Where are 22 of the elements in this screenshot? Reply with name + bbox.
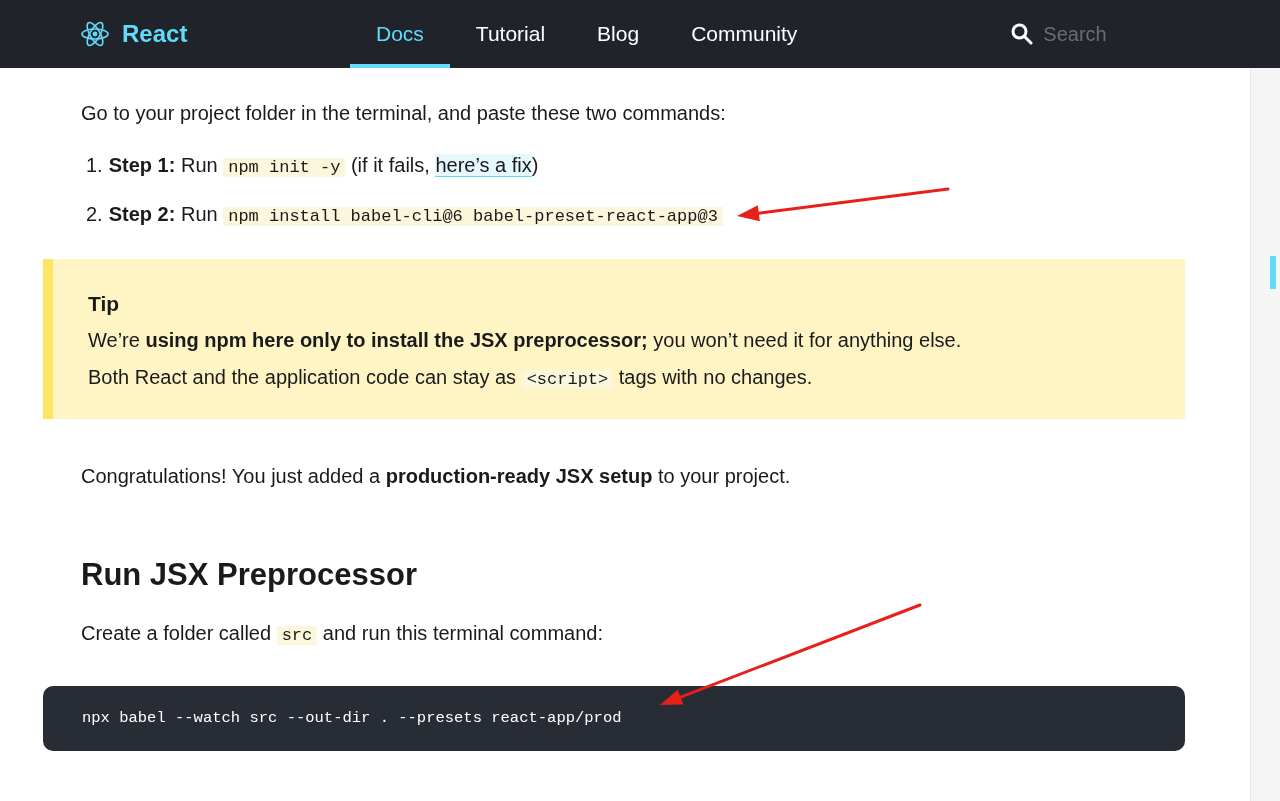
search-field[interactable]: Search bbox=[1043, 19, 1164, 49]
tip-title: Tip bbox=[88, 291, 121, 317]
tip-text: We’re using npm here only to install the JSX preprocessor; you won’t need it for anything else. Both React and the application code can stay as <script> tags with no changes. bbox=[88, 328, 963, 391]
paragraph: Congratulations! You just added a production-ready JSX setup to your project. bbox=[81, 464, 792, 489]
section-heading: Run JSX Preprocessor bbox=[81, 556, 418, 594]
scrollbar-thumb[interactable] bbox=[1270, 256, 1276, 289]
list-number: 2. bbox=[86, 202, 103, 227]
fix-link[interactable]: here’s a fix bbox=[435, 154, 532, 177]
nav-tab[interactable]: Tutorial bbox=[449, 0, 572, 68]
step-text: Step 2: Run npm install babel-cli@6 babel-preset-react-app@3 bbox=[108, 199, 723, 232]
atom-icon bbox=[80, 20, 110, 48]
search-icon bbox=[1011, 23, 1034, 45]
nav-tab[interactable]: Docs bbox=[350, 0, 450, 68]
command-text: npx babel --watch src --out-dir . --presets react-app/prod bbox=[82, 707, 622, 729]
react-logo-link[interactable]: React bbox=[80, 16, 350, 52]
scrollbar[interactable] bbox=[1250, 68, 1280, 801]
nav-tab[interactable]: Blog bbox=[571, 0, 666, 68]
list-number: 1. bbox=[86, 153, 103, 178]
paragraph: Go to your project folder in the terminal, and paste these two commands: bbox=[81, 101, 727, 126]
paragraph: Create a folder called src and run this terminal command: bbox=[81, 621, 604, 647]
nav-tab[interactable]: Community bbox=[665, 0, 824, 68]
step-text: Step 1: Run npm init -y (if it fails, here’s a fix) bbox=[108, 153, 539, 179]
